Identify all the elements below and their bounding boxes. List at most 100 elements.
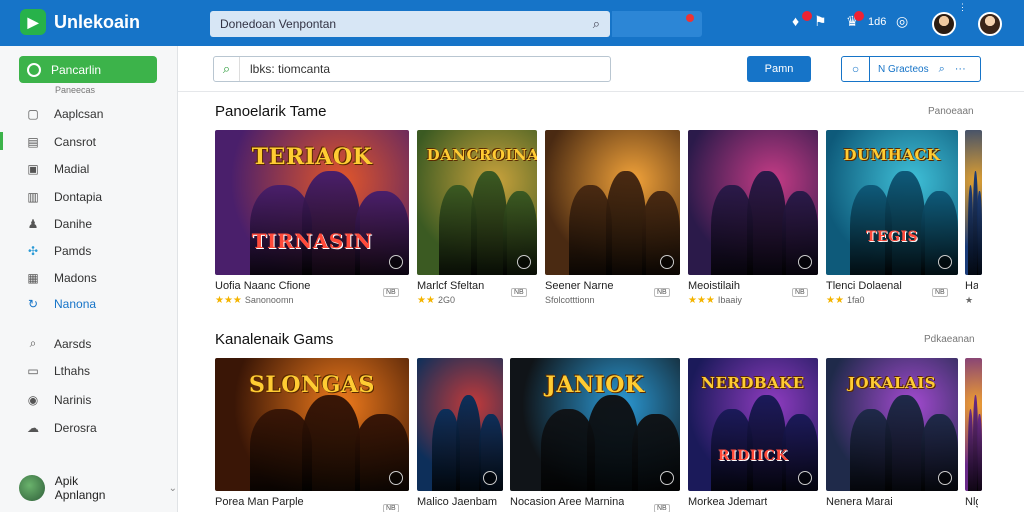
user-avatar[interactable] — [978, 12, 1002, 36]
game-cover-art[interactable] — [545, 130, 680, 275]
filter-control[interactable]: ○ N Gracteos ⌕ ··· — [841, 56, 981, 82]
game-card[interactable]: Nlg — [965, 358, 982, 512]
media-icon: ▣ — [27, 162, 39, 176]
sidebar-item-12[interactable]: ☁ Derosra — [26, 421, 97, 435]
window-controls-icon[interactable]: ⋮ — [958, 2, 967, 13]
sidebar-user[interactable]: Apik Apnlangn ⌄ — [19, 474, 177, 502]
game-name[interactable]: Meoistilaih — [688, 280, 740, 292]
game-card[interactable]: DANCROINA Marlcf Sfeltan ★★ 2G0 NB — [417, 130, 537, 306]
play-icon[interactable] — [517, 255, 531, 269]
game-cover-art[interactable] — [965, 130, 982, 275]
game-name[interactable]: Nlg — [965, 496, 978, 508]
sidebar-item-9[interactable]: ⌕ Aarsds — [26, 336, 92, 351]
platform-badge: NB — [654, 504, 670, 512]
sidebar-item-11[interactable]: ◉ Narinis — [26, 393, 92, 407]
game-cover-art[interactable]: JOKALAIS — [826, 358, 958, 491]
friend-avatar[interactable] — [932, 12, 956, 36]
sidebar-item-2[interactable]: ▤ Cansrot — [26, 135, 96, 149]
section-see-all-2[interactable]: Pdkaeanan — [924, 334, 975, 345]
user-profile-picture — [19, 475, 45, 501]
game-cover-art[interactable]: SLONGAS — [215, 358, 409, 491]
play-icon[interactable] — [938, 471, 952, 485]
sidebar: Pancarlin Paneecas ▢ Aaplcsan ▤ Cansrot ▣ M… — [0, 46, 178, 512]
game-subtitle-art: RIDIICK — [717, 448, 789, 465]
game-cover-art[interactable]: DANCROINA — [417, 130, 537, 275]
game-cover-art[interactable]: DUMHACK TEGIS — [826, 130, 958, 275]
library-search-input[interactable]: ⌕ lbks: tiomcanta — [213, 56, 611, 82]
game-name[interactable]: Tlenci Dolaenal — [826, 280, 902, 292]
trophy-badge — [854, 11, 864, 21]
platform-badge: NB — [792, 288, 808, 297]
character-figure — [746, 395, 786, 491]
list-icon: ▦ — [27, 271, 39, 285]
game-card[interactable]: Meoistilaih ★★★ Ibaaiy NB — [688, 130, 818, 306]
game-title-art: NERDBAKE — [701, 374, 805, 392]
game-name[interactable]: Seener Narne — [545, 280, 614, 292]
app-logo[interactable]: ▶ Unlekoain — [20, 9, 140, 35]
sidebar-user-name: Apik Apnlangn — [54, 474, 106, 502]
sidebar-item-1[interactable]: ▢ Aaplcsan — [26, 107, 103, 121]
gift-icon[interactable]: ♦ — [792, 13, 799, 29]
section-see-all-1[interactable]: Panoeaan — [928, 106, 974, 117]
sidebar-item-8[interactable]: ↻ Nanona — [26, 297, 96, 311]
game-name[interactable]: Uofia Naanc Cfione — [215, 280, 310, 292]
game-name[interactable]: Morkea Jdemart — [688, 496, 767, 508]
game-cover-art[interactable]: NERDBAKE RIDIICK — [688, 358, 818, 491]
global-search-input[interactable]: Donedoan Venpontan ⌕ — [210, 11, 610, 37]
game-card[interactable]: JOKALAIS Nenera Marai — [826, 358, 958, 512]
play-icon[interactable] — [798, 255, 812, 269]
play-icon[interactable] — [483, 471, 497, 485]
game-card[interactable]: Seener Narne Sfolcotttionn NB — [545, 130, 680, 305]
play-icon[interactable] — [389, 471, 403, 485]
game-card[interactable]: Ha ★ — [965, 130, 982, 305]
game-name[interactable]: Malico Jaenbam — [417, 496, 497, 508]
primary-action-button[interactable]: Pamn — [747, 56, 811, 82]
game-cover-art[interactable] — [965, 358, 982, 491]
sidebar-primary-button[interactable]: Pancarlin — [19, 56, 157, 83]
game-card[interactable]: NERDBAKE RIDIICK Morkea Jdemart — [688, 358, 818, 512]
game-name[interactable]: Porea Man Parple — [215, 496, 304, 508]
game-name[interactable]: Ha — [965, 280, 978, 292]
game-meta-text: 1fa0 — [846, 295, 865, 305]
play-icon[interactable] — [798, 471, 812, 485]
notification-dot-icon — [686, 14, 694, 22]
game-name[interactable]: Nenera Marai — [826, 496, 893, 508]
game-cover-art[interactable] — [417, 358, 503, 491]
chevron-down-icon[interactable]: ⌄ — [169, 483, 177, 494]
game-cover-art[interactable]: TERIAOK TIRNASIN — [215, 130, 409, 275]
app-title: Unlekoain — [54, 11, 141, 32]
library-search-value: lbks: tiomcanta — [250, 62, 331, 76]
sidebar-item-4[interactable]: ▥ Dontapia — [26, 190, 102, 204]
sidebar-item-6[interactable]: ✣ Pamds — [26, 244, 91, 258]
more-options-icon[interactable]: ··· — [955, 63, 966, 75]
sidebar-item-5[interactable]: ♟ Danihe — [26, 217, 92, 231]
search-icon[interactable]: ⌕ — [593, 16, 600, 32]
game-card[interactable]: JANIOK Nocasion Aree Marnina NB — [510, 358, 680, 512]
game-name[interactable]: Marlcf Sfeltan — [417, 280, 484, 292]
character-figure — [977, 190, 982, 275]
game-cover-art[interactable] — [688, 130, 818, 275]
play-icon[interactable] — [389, 255, 403, 269]
flag-icon[interactable]: ⚑ — [814, 13, 827, 30]
play-icon[interactable] — [660, 471, 674, 485]
search-icon[interactable]: ⌕ — [939, 63, 945, 76]
play-icon[interactable] — [938, 255, 952, 269]
home-icon — [27, 62, 41, 77]
globe-icon[interactable]: ◎ — [896, 13, 908, 30]
game-card[interactable]: DUMHACK TEGIS Tlenci Dolaenal ★★ 1fa0 NB — [826, 130, 958, 306]
game-name[interactable]: Nocasion Aree Marnina — [510, 496, 624, 508]
game-cover-art[interactable]: JANIOK — [510, 358, 680, 491]
sidebar-item-7[interactable]: ▦ Madons — [26, 271, 96, 285]
game-card[interactable]: SLONGAS Porea Man Parple NB — [215, 358, 409, 512]
sidebar-active-indicator — [0, 132, 3, 150]
sidebar-item-label: Madial — [54, 162, 90, 176]
search-icon: ⌕ — [214, 57, 240, 81]
game-card[interactable]: Malico Jaenbam — [417, 358, 503, 512]
sidebar-item-10[interactable]: ▭ Lthahs — [26, 364, 90, 378]
game-card[interactable]: TERIAOK TIRNASIN Uofia Naanc Cfione ★★★ Sano… — [215, 130, 409, 306]
sidebar-item-3[interactable]: ▣ Madial — [26, 162, 89, 176]
sidebar-item-label: Danihe — [54, 217, 93, 231]
play-icon[interactable] — [660, 255, 674, 269]
section-title-1: Panoelarik Tame — [215, 103, 327, 120]
game-subtitle-art: TIRNASIN — [251, 228, 373, 253]
